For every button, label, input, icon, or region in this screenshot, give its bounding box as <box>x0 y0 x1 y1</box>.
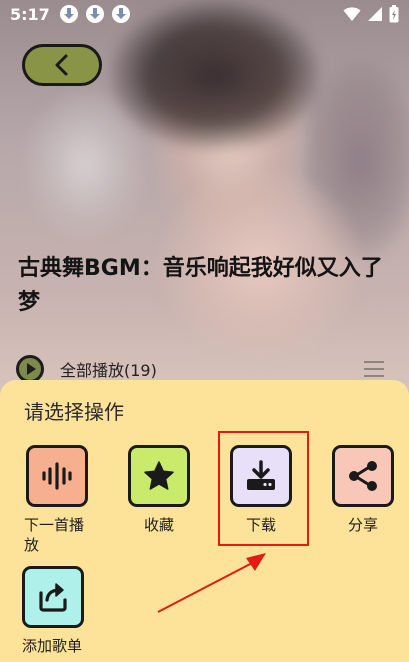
status-time: 5:17 <box>10 4 50 24</box>
back-button[interactable] <box>22 44 102 86</box>
share-button[interactable] <box>332 445 394 507</box>
sheet-heading: 请选择操作 <box>24 400 124 424</box>
share-option[interactable]: 分享 <box>328 445 398 535</box>
status-bar: 5:17 <box>0 0 409 28</box>
add-to-playlist-label: 添加歌单 <box>22 637 83 655</box>
signal-icon <box>368 7 382 21</box>
share-icon <box>349 461 377 491</box>
play-all-label: 全部播放(19) <box>60 361 157 380</box>
add-to-playlist-icon <box>39 583 67 612</box>
add-to-playlist-option[interactable]: 添加歌单 <box>22 566 102 656</box>
add-to-playlist-button[interactable] <box>22 566 84 628</box>
share-label: 分享 <box>347 516 378 534</box>
play-next-button[interactable] <box>26 445 88 507</box>
play-next-label: 下一首播放 <box>24 516 85 554</box>
favorite-button[interactable] <box>128 445 190 507</box>
download-notification-icon <box>111 5 130 23</box>
wifi-icon <box>343 7 361 21</box>
list-menu-icon[interactable] <box>362 358 386 380</box>
download-highlight-box <box>218 431 309 546</box>
waveform-icon <box>42 462 72 490</box>
play-next-option[interactable]: 下一首播放 <box>22 445 92 555</box>
page-title: 古典舞BGM：音乐响起我好似又入了梦 <box>18 256 383 315</box>
download-notification-icon <box>85 5 104 23</box>
chevron-left-icon <box>55 54 68 76</box>
star-icon <box>144 461 174 490</box>
favorite-option[interactable]: 收藏 <box>124 445 194 535</box>
battery-icon <box>389 5 399 23</box>
download-notification-icon <box>59 5 78 23</box>
play-icon[interactable] <box>16 355 44 383</box>
favorite-label: 收藏 <box>143 516 174 534</box>
